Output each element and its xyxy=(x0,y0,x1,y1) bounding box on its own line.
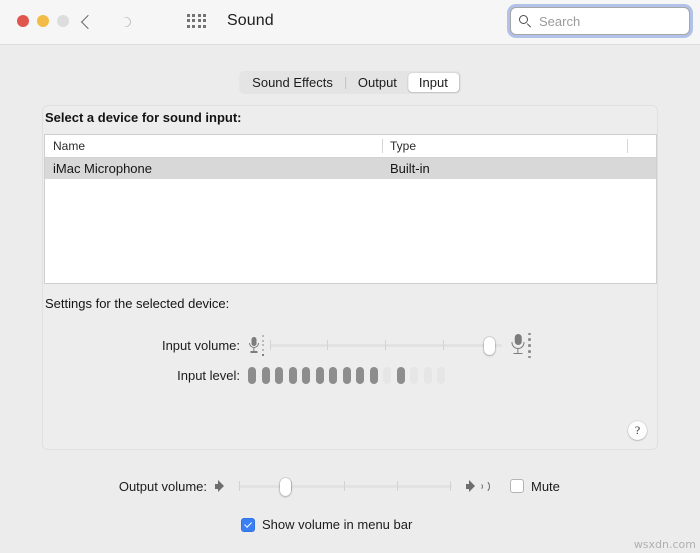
column-header-type[interactable]: Type xyxy=(382,135,626,157)
table-header-row: Name Type xyxy=(45,135,656,158)
input-level-label: Input level: xyxy=(43,368,248,383)
input-volume-row: Input volume: xyxy=(43,331,657,360)
slider-tick xyxy=(385,340,386,350)
slider-thumb[interactable] xyxy=(484,337,495,355)
mic-level-dots-left-icon xyxy=(262,334,264,358)
slider-tick xyxy=(270,340,271,350)
input-level-row: Input level: xyxy=(43,367,657,384)
traffic-lights xyxy=(17,15,69,27)
search-field[interactable]: Search xyxy=(510,7,690,35)
meter-segment xyxy=(289,367,297,384)
zoom-button xyxy=(57,15,69,27)
microphone-small-icon xyxy=(248,337,260,354)
slider-tick xyxy=(239,481,240,491)
meter-segment xyxy=(356,367,364,384)
mic-level-dots-right-icon xyxy=(528,331,531,360)
column-divider[interactable] xyxy=(382,139,383,153)
column-header-name[interactable]: Name xyxy=(45,135,382,157)
chevron-left-icon xyxy=(81,15,95,29)
show-volume-row: Show volume in menu bar xyxy=(0,517,700,532)
speaker-loud-icon xyxy=(466,480,490,493)
device-table[interactable]: Name Type iMac Microphone Built-in xyxy=(44,134,657,284)
table-row[interactable]: iMac Microphone Built-in xyxy=(45,158,656,179)
forward-button[interactable] xyxy=(114,10,138,34)
tab-bar: Sound Effects Output Input xyxy=(239,71,461,94)
meter-segment xyxy=(370,367,378,384)
meter-segment xyxy=(383,367,391,384)
slider-track[interactable] xyxy=(270,344,502,347)
slider-tick xyxy=(443,340,444,350)
meter-segment xyxy=(262,367,270,384)
tab-divider xyxy=(345,77,346,89)
output-volume-row: Output volume: Mute xyxy=(0,477,700,495)
output-volume-slider[interactable] xyxy=(239,477,452,495)
column-divider[interactable] xyxy=(627,139,628,153)
meter-segment xyxy=(343,367,351,384)
slider-thumb[interactable] xyxy=(280,478,291,496)
help-button[interactable]: ? xyxy=(628,421,647,440)
meter-segment xyxy=(302,367,310,384)
slider-tick xyxy=(450,481,451,491)
device-name: iMac Microphone xyxy=(45,161,382,176)
meter-segment xyxy=(397,367,405,384)
meter-segment xyxy=(410,367,418,384)
meter-segment xyxy=(316,367,324,384)
close-button[interactable] xyxy=(17,15,29,27)
back-button[interactable] xyxy=(76,10,100,34)
meter-segment xyxy=(329,367,337,384)
chevron-right-icon xyxy=(119,15,133,29)
meter-segment xyxy=(275,367,283,384)
search-placeholder: Search xyxy=(539,14,580,29)
input-volume-slider[interactable] xyxy=(270,336,502,354)
mute-label[interactable]: Mute xyxy=(531,479,560,494)
search-icon xyxy=(519,15,532,28)
slider-tick xyxy=(344,481,345,491)
settings-label: Settings for the selected device: xyxy=(45,296,229,311)
device-type: Built-in xyxy=(382,161,626,176)
show-volume-checkbox[interactable] xyxy=(241,518,255,532)
window-titlebar: Sound Search xyxy=(0,0,700,45)
speaker-mute-icon xyxy=(215,480,227,493)
page-title: Sound xyxy=(227,12,274,30)
microphone-large-icon xyxy=(510,334,526,356)
show-all-grid-icon[interactable] xyxy=(187,14,206,28)
input-settings-panel: Select a device for sound input: Name Ty… xyxy=(42,105,658,450)
meter-segment xyxy=(437,367,445,384)
minimize-button[interactable] xyxy=(37,15,49,27)
input-volume-label: Input volume: xyxy=(43,338,248,353)
device-list-label: Select a device for sound input: xyxy=(45,110,241,125)
meter-segment xyxy=(424,367,432,384)
input-level-meter xyxy=(248,367,445,384)
slider-tick xyxy=(327,340,328,350)
slider-tick xyxy=(291,481,292,491)
slider-tick xyxy=(397,481,398,491)
meter-segment xyxy=(248,367,256,384)
show-volume-label[interactable]: Show volume in menu bar xyxy=(262,517,412,532)
tab-output[interactable]: Output xyxy=(347,73,408,92)
slider-track[interactable] xyxy=(239,485,452,488)
mute-checkbox[interactable] xyxy=(510,479,524,493)
tab-sound-effects[interactable]: Sound Effects xyxy=(241,73,344,92)
output-volume-label: Output volume: xyxy=(0,479,215,494)
watermark: wsxdn.com xyxy=(634,538,696,551)
tab-input[interactable]: Input xyxy=(408,73,459,92)
